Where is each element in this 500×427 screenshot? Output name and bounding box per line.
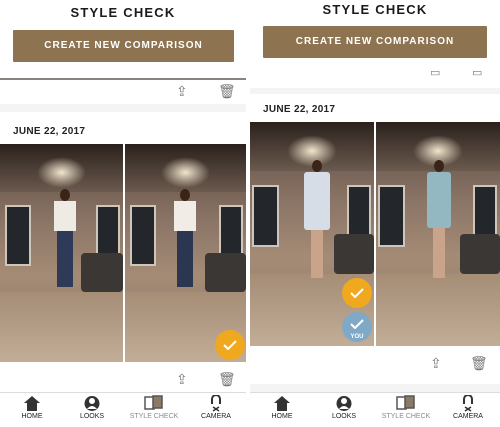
tab-looks[interactable]: LOOKS (314, 395, 374, 420)
camera-icon (186, 394, 246, 412)
bottom-tab-bar: HOME LOOKS STYLE CHECK CAMERA (0, 392, 246, 427)
person-figure (422, 160, 456, 280)
look-photo-2[interactable] (376, 122, 500, 346)
previous-card-actions: ⇪ 🗑 (0, 78, 246, 104)
left-screen: STYLE CHECK CREATE NEW COMPARISON ⇪ 🗑 JU… (0, 0, 246, 427)
tab-style-check[interactable]: STYLE CHECK (376, 395, 436, 420)
look-photo-2[interactable] (125, 144, 246, 362)
looks-icon (314, 395, 374, 412)
camera-icon (438, 394, 498, 412)
right-screen: STYLE CHECK CREATE NEW COMPARISON ▭ ▭ JU… (250, 0, 500, 427)
look-photo-1[interactable]: YOU (250, 122, 374, 346)
tab-home[interactable]: HOME (2, 395, 62, 420)
tab-camera[interactable]: CAMERA (186, 394, 246, 420)
style-check-icon (124, 395, 184, 412)
share-icon[interactable]: ▭ (430, 66, 440, 80)
tab-style-check[interactable]: STYLE CHECK (124, 395, 184, 420)
create-new-comparison-button[interactable]: CREATE NEW COMPARISON (263, 26, 487, 58)
person-figure (50, 189, 80, 299)
bottom-tab-bar: HOME LOOKS STYLE CHECK CAMERA (250, 392, 500, 427)
share-icon[interactable]: ⇪ (430, 356, 442, 370)
person-figure (170, 189, 200, 299)
card-actions: ⇪ 🗑 (250, 348, 500, 382)
tab-home[interactable]: HOME (252, 395, 312, 420)
style-check-icon (376, 395, 436, 412)
selected-check-icon[interactable] (342, 278, 372, 308)
comparison-date: JUNE 22, 2017 (263, 104, 336, 115)
share-icon[interactable]: ⇪ (176, 372, 188, 386)
home-icon (2, 395, 62, 412)
selected-check-icon[interactable] (215, 330, 245, 360)
share-icon[interactable]: ⇪ (176, 84, 188, 98)
comparison-date: JUNE 22, 2017 (13, 126, 86, 137)
tab-camera[interactable]: CAMERA (438, 394, 498, 420)
previous-photo-edge (0, 78, 246, 80)
comparison-card: JUNE 22, 2017 ⇪ 🗑 (0, 112, 246, 394)
comparison-card: JUNE 22, 2017 YOU ⇪ 🗑 (250, 94, 500, 384)
you-label: YOU (350, 334, 364, 340)
looks-icon (62, 395, 122, 412)
your-vote-check-icon[interactable]: YOU (342, 312, 372, 342)
create-new-comparison-button[interactable]: CREATE NEW COMPARISON (13, 30, 234, 62)
trash-icon[interactable]: 🗑 (218, 372, 236, 386)
tab-looks[interactable]: LOOKS (62, 395, 122, 420)
home-icon (252, 395, 312, 412)
trash-icon[interactable]: ▭ (472, 66, 482, 80)
page-title: STYLE CHECK (0, 0, 246, 26)
person-figure (300, 160, 334, 280)
trash-icon[interactable]: 🗑 (470, 356, 488, 370)
look-photo-1[interactable] (0, 144, 123, 362)
page-title: STYLE CHECK (250, 0, 500, 20)
previous-card-actions: ▭ ▭ (250, 66, 500, 88)
trash-icon[interactable]: 🗑 (218, 84, 236, 98)
card-actions: ⇪ 🗑 (0, 364, 246, 394)
